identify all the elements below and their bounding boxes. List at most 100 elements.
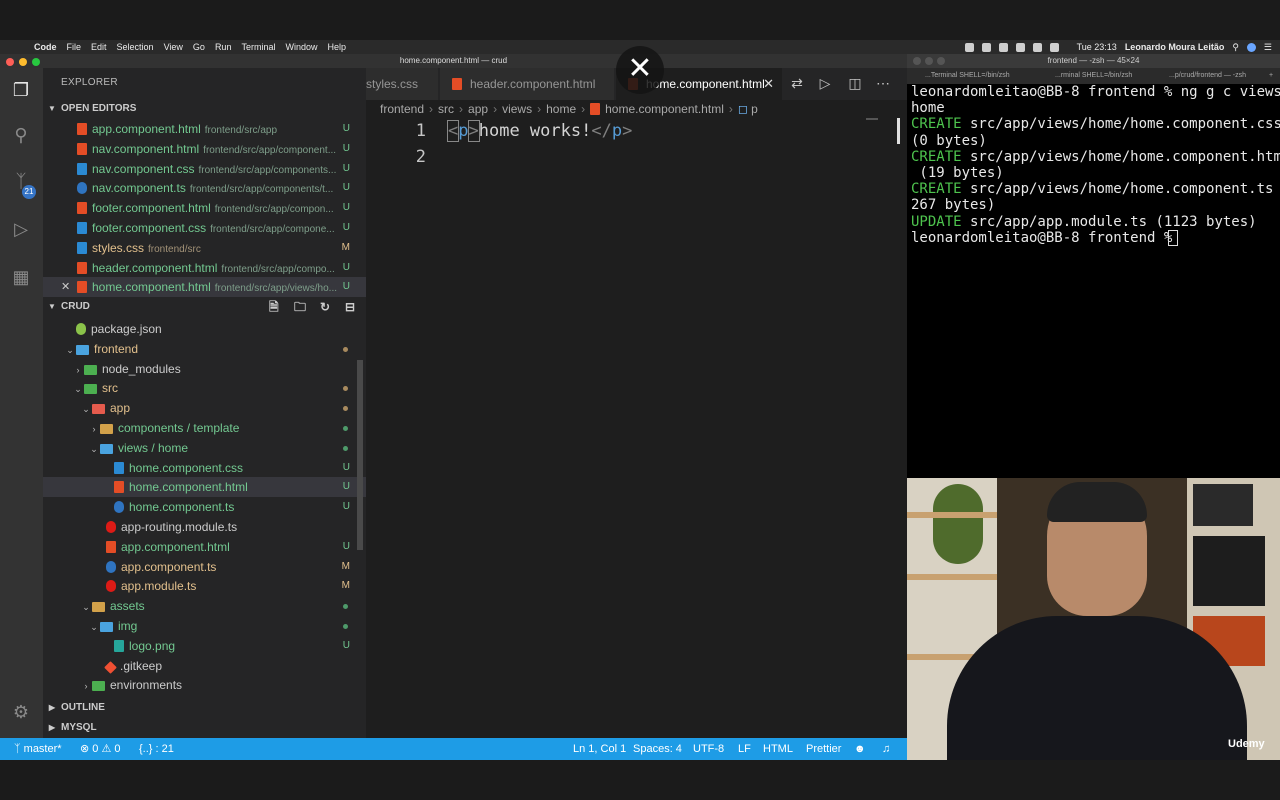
gear-icon[interactable]: ⚙ (10, 701, 32, 723)
problems-status[interactable]: ⊗ 0 ⚠ 0 (80, 738, 121, 760)
code-editor[interactable] (366, 118, 907, 738)
editor-scrollbar[interactable] (897, 118, 900, 144)
breadcrumb-item[interactable]: home (546, 102, 576, 116)
encoding[interactable]: UTF-8 (693, 738, 724, 760)
open-editors-header[interactable]: ▼ OPEN EDITORS (43, 99, 366, 119)
menu-edit[interactable]: Edit (91, 42, 107, 52)
outline-header[interactable]: ▶ OUTLINE (43, 698, 366, 718)
bell-icon[interactable]: ♫ (882, 738, 890, 760)
volume-icon[interactable] (1049, 42, 1059, 52)
more-actions-icon[interactable]: ⋯ (874, 74, 892, 92)
terminal-tab[interactable]: ...rminal SHELL=/bin/zsh (1055, 68, 1141, 84)
menu-run[interactable]: Run (215, 42, 232, 52)
tree-folder[interactable]: ⌄ views / home (43, 438, 366, 458)
siri-icon[interactable] (1246, 42, 1256, 52)
video-overlay-close-icon[interactable]: ✕ (616, 46, 664, 94)
refresh-icon[interactable]: ↻ (320, 297, 330, 317)
breadcrumb-item[interactable]: app (468, 102, 488, 116)
tree-file[interactable]: app.component.html U (43, 537, 366, 557)
collapse-all-icon[interactable]: ⊟ (345, 297, 355, 317)
menu-window[interactable]: Window (285, 42, 317, 52)
close-window-button[interactable] (913, 57, 921, 65)
tree-file[interactable]: home.component.html U (43, 477, 366, 498)
menu-help[interactable]: Help (327, 42, 346, 52)
tree-file[interactable]: .gitkeep (43, 656, 366, 676)
compare-changes-icon[interactable]: ⇄ (788, 74, 806, 92)
open-editor-item[interactable]: footer.component.css frontend/src/app/com… (43, 218, 366, 238)
battery-icon[interactable] (1032, 42, 1042, 52)
run-icon[interactable]: ▷ (816, 74, 834, 92)
tab-styles-css[interactable]: styles.css (366, 68, 438, 100)
menu-selection[interactable]: Selection (117, 42, 154, 52)
close-icon[interactable]: ✕ (763, 68, 774, 100)
open-editor-item[interactable]: nav.component.html frontend/src/app/compo… (43, 139, 366, 159)
search-icon[interactable]: ⚲ (1232, 42, 1239, 53)
explorer-icon[interactable]: ❐ (10, 79, 32, 101)
open-editor-item[interactable]: nav.component.css frontend/src/app/compon… (43, 159, 366, 179)
menu-view[interactable]: View (164, 42, 183, 52)
code-line[interactable]: <p>home works!</p> (446, 120, 632, 142)
menu-app[interactable]: Code (34, 42, 57, 52)
menu-go[interactable]: Go (193, 42, 205, 52)
breadcrumb-item[interactable]: home.component.html (605, 102, 724, 116)
braces-status[interactable]: {..} : 21 (139, 738, 174, 760)
new-file-icon[interactable]: 🗎 (269, 297, 279, 317)
open-editor-item[interactable]: header.component.html frontend/src/app/co… (43, 258, 366, 278)
open-editor-item[interactable]: footer.component.html frontend/src/app/co… (43, 198, 366, 218)
tree-folder[interactable]: ⌄ assets (43, 596, 366, 616)
zoom-window-button[interactable] (32, 58, 40, 66)
mysql-header[interactable]: ▶ MYSQL (43, 718, 366, 738)
open-editor-item[interactable]: ✕ home.component.html frontend/src/app/vie… (43, 277, 366, 298)
tree-file[interactable]: app-routing.module.ts (43, 517, 366, 537)
new-folder-icon[interactable]: 🗀 (294, 297, 306, 317)
tree-folder[interactable]: › components / template (43, 418, 366, 438)
cloud-icon[interactable] (998, 42, 1008, 52)
tree-file[interactable]: app.module.ts M (43, 576, 366, 596)
minimize-window-button[interactable] (925, 57, 933, 65)
terminal-tab[interactable]: ...p/crud/frontend — -zsh (1169, 68, 1264, 84)
clock[interactable]: Tue 23:13 (1077, 42, 1117, 52)
feedback-icon[interactable]: ☻ (854, 738, 866, 760)
breadcrumb-item[interactable]: p (751, 102, 758, 116)
formatter[interactable]: Prettier (806, 738, 841, 760)
zoom-window-button[interactable] (937, 57, 945, 65)
open-editor-item[interactable]: nav.component.ts frontend/src/app/compone… (43, 178, 366, 198)
breadcrumb-item[interactable]: frontend (380, 102, 424, 116)
tree-folder[interactable]: ⌄ src (43, 378, 366, 398)
split-editor-icon[interactable]: ◫ (846, 74, 864, 92)
open-editor-item[interactable]: app.component.html frontend/src/app U (43, 119, 366, 139)
cursor-position[interactable]: Ln 1, Col 1 (573, 738, 626, 760)
tree-folder[interactable]: ⌄ img (43, 616, 366, 636)
language-mode[interactable]: HTML (763, 738, 793, 760)
breadcrumb-item[interactable]: src (438, 102, 454, 116)
tree-folder[interactable]: › node_modules (43, 359, 366, 379)
tree-file[interactable]: app.component.ts M (43, 557, 366, 577)
project-header[interactable]: ▼ CRUD 🗎 🗀 ↻ ⊟ (43, 297, 366, 317)
tree-file[interactable]: home.component.ts U (43, 497, 366, 517)
branch-status[interactable]: ᛉ master* (14, 738, 62, 760)
terminal-tab[interactable]: ...Terminal SHELL=/bin/zsh (925, 68, 1037, 84)
close-window-button[interactable] (6, 58, 14, 66)
tree-file[interactable]: logo.png U (43, 636, 366, 656)
sidebar-scrollbar[interactable] (357, 360, 363, 550)
end-of-line[interactable]: LF (738, 738, 751, 760)
tree-file[interactable]: package.json (43, 319, 366, 339)
status-app-icon[interactable] (964, 42, 974, 52)
extensions-icon[interactable]: ▦ (10, 266, 32, 288)
tree-folder[interactable]: ⌄ frontend (43, 339, 366, 359)
wifi-icon[interactable] (1015, 42, 1025, 52)
menu-file[interactable]: File (67, 42, 82, 52)
dropbox-icon[interactable] (981, 42, 991, 52)
open-editor-item[interactable]: styles.css frontend/src M (43, 238, 366, 258)
tab-header-component[interactable]: header.component.html (440, 68, 614, 100)
tree-folder[interactable]: ⌄ app (43, 398, 366, 418)
minimize-window-button[interactable] (19, 58, 27, 66)
close-icon[interactable]: ✕ (61, 277, 70, 297)
menu-terminal[interactable]: Terminal (241, 42, 275, 52)
new-tab-icon[interactable]: + (1269, 68, 1273, 84)
run-debug-icon[interactable]: ▷ (10, 218, 32, 240)
search-icon[interactable]: ⚲ (10, 124, 32, 146)
user-name[interactable]: Leonardo Moura Leitão (1125, 42, 1225, 52)
control-center-icon[interactable]: ☰ (1264, 42, 1272, 53)
indentation[interactable]: Spaces: 4 (633, 738, 682, 760)
